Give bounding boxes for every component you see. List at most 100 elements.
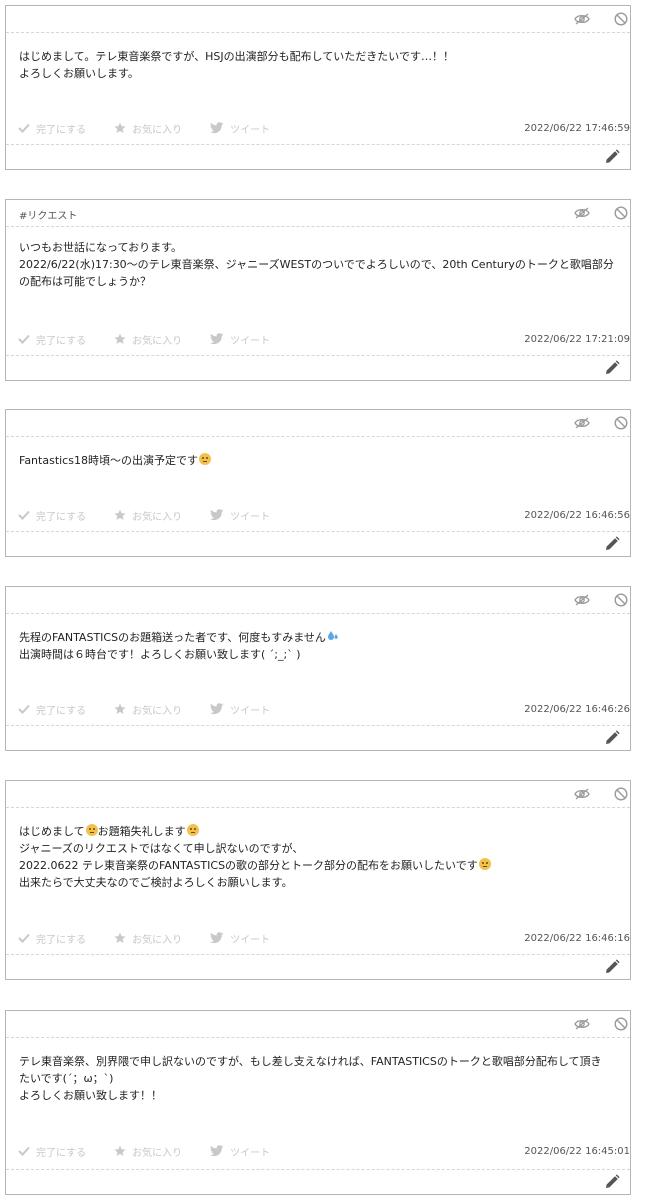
timestamp: 2022/06/22 16:45:01 xyxy=(524,1145,630,1157)
card-header xyxy=(6,6,630,33)
tweet-label: ツイート xyxy=(230,1147,271,1159)
complete-button[interactable]: 完了にする xyxy=(18,332,86,347)
pencil-icon[interactable] xyxy=(604,959,620,975)
ban-icon[interactable] xyxy=(614,12,628,26)
twitter-bird-icon xyxy=(210,122,224,134)
favorite-button[interactable]: お気に入り xyxy=(114,121,182,136)
complete-button[interactable]: 完了にする xyxy=(18,1144,86,1159)
tweet-button[interactable]: ツイート xyxy=(210,702,270,717)
message-text: 2022.0622 テレ東音楽祭のFANTASTICSの歌の部分とトーク部分の配… xyxy=(19,859,478,872)
ban-icon[interactable] xyxy=(614,416,628,430)
message-line: テレ東音楽祭、別界隈で申し訳ないのですが、もし差し支えなければ、FANTASTI… xyxy=(19,1055,602,1068)
grimacing-face-emoji xyxy=(85,824,98,836)
grimacing-face-emoji xyxy=(478,858,491,870)
message-card: はじめまして。テレ東音楽祭ですが、HSJの出演部分も配布していただきたいです…！… xyxy=(5,5,631,170)
eye-slash-icon[interactable] xyxy=(574,594,590,606)
message-card: #リクエスト いつもお世話になっております。 2022/6/22(水)17:30… xyxy=(5,199,631,381)
card-footer xyxy=(6,954,630,979)
tweet-label: ツイート xyxy=(230,511,271,523)
favorite-button[interactable]: お気に入り xyxy=(114,1144,182,1159)
timestamp: 2022/06/22 16:46:16 xyxy=(524,932,630,944)
eye-slash-icon[interactable] xyxy=(574,1018,590,1030)
eye-slash-icon[interactable] xyxy=(574,207,590,219)
pencil-icon[interactable] xyxy=(604,730,620,746)
complete-button[interactable]: 完了にする xyxy=(18,121,86,136)
tweet-button[interactable]: ツイート xyxy=(210,1144,270,1159)
star-icon xyxy=(114,333,126,344)
check-icon xyxy=(18,123,30,133)
message-line: はじめまして。テレ東音楽祭ですが、HSJの出演部分も配布していただきたいです…！… xyxy=(19,50,454,63)
check-icon xyxy=(18,1146,30,1156)
message-line: よろしくお願いします。 xyxy=(19,67,139,80)
eye-slash-icon[interactable] xyxy=(574,788,590,800)
tweet-button[interactable]: ツイート xyxy=(210,931,270,946)
action-bar: 完了にする お気に入り ツイート 2022/06/22 16:46:26 xyxy=(6,700,630,718)
eye-slash-icon[interactable] xyxy=(574,13,590,25)
message-line: いつもお世話になっております。 xyxy=(19,241,183,254)
favorite-button[interactable]: お気に入り xyxy=(114,702,182,717)
card-footer xyxy=(6,355,630,380)
complete-label: 完了にする xyxy=(36,1147,87,1159)
favorite-label: お気に入り xyxy=(132,934,183,946)
action-bar: 完了にする お気に入り ツイート 2022/06/22 16:46:16 xyxy=(6,929,630,947)
favorite-label: お気に入り xyxy=(132,705,183,717)
twitter-bird-icon xyxy=(210,932,224,944)
message-text: お題箱失礼します xyxy=(97,825,186,838)
message-body: はじめまして。テレ東音楽祭ですが、HSJの出演部分も配布していただきたいです…！… xyxy=(19,48,620,82)
message-line: Fantastics18時頃〜の出演予定です xyxy=(19,452,620,469)
ban-icon[interactable] xyxy=(614,1017,628,1031)
star-icon xyxy=(114,509,126,520)
card-footer xyxy=(6,725,630,750)
message-line: 2022.0622 テレ東音楽祭のFANTASTICSの歌の部分とトーク部分の配… xyxy=(19,857,620,874)
check-icon xyxy=(18,510,30,520)
favorite-label: お気に入り xyxy=(132,1147,183,1159)
complete-label: 完了にする xyxy=(36,124,87,136)
timestamp: 2022/06/22 16:46:56 xyxy=(524,509,630,521)
pencil-icon[interactable] xyxy=(604,536,620,552)
ban-icon[interactable] xyxy=(614,593,628,607)
ban-icon[interactable] xyxy=(614,787,628,801)
favorite-button[interactable]: お気に入り xyxy=(114,931,182,946)
check-icon xyxy=(18,334,30,344)
message-text: 先程のFANTASTICSのお題箱送った者です、何度もすみません xyxy=(19,631,326,644)
twitter-bird-icon xyxy=(210,1145,224,1157)
message-line: 2022/6/22(水)17:30〜のテレ東音楽祭、ジャニーズWESTのついでで… xyxy=(19,258,614,271)
pencil-icon[interactable] xyxy=(604,360,620,376)
message-text: Fantastics18時頃〜の出演予定です xyxy=(19,454,198,467)
favorite-button[interactable]: お気に入り xyxy=(114,508,182,523)
tweet-label: ツイート xyxy=(230,124,271,136)
tweet-label: ツイート xyxy=(230,335,271,347)
card-header xyxy=(6,410,630,437)
complete-button[interactable]: 完了にする xyxy=(18,702,86,717)
message-body: テレ東音楽祭、別界隈で申し訳ないのですが、もし差し支えなければ、FANTASTI… xyxy=(19,1053,620,1104)
complete-button[interactable]: 完了にする xyxy=(18,931,86,946)
message-line: 出来たらで大丈夫なのでご検討よろしくお願いします。 xyxy=(19,876,293,889)
card-header xyxy=(6,1011,630,1038)
message-line: ジャニーズのリクエストではなくて申し訳ないのですが、 xyxy=(19,842,304,855)
favorite-button[interactable]: お気に入り xyxy=(114,332,182,347)
pencil-icon[interactable] xyxy=(604,149,620,165)
pencil-icon[interactable] xyxy=(604,1174,620,1190)
tweet-button[interactable]: ツイート xyxy=(210,332,270,347)
request-tag: #リクエスト xyxy=(19,211,78,222)
eye-slash-icon[interactable] xyxy=(574,417,590,429)
complete-label: 完了にする xyxy=(36,511,87,523)
ban-icon[interactable] xyxy=(614,206,628,220)
twitter-bird-icon xyxy=(210,703,224,715)
tweet-button[interactable]: ツイート xyxy=(210,121,270,136)
twitter-bird-icon xyxy=(210,509,224,521)
message-line: たいです(´；ω；`) xyxy=(19,1072,114,1085)
action-bar: 完了にする お気に入り ツイート 2022/06/22 17:46:59 xyxy=(6,119,630,137)
complete-button[interactable]: 完了にする xyxy=(18,508,86,523)
star-icon xyxy=(114,932,126,943)
tweet-button[interactable]: ツイート xyxy=(210,508,270,523)
timestamp: 2022/06/22 17:46:59 xyxy=(524,122,630,134)
twitter-bird-icon xyxy=(210,333,224,345)
message-card: はじめまして お題箱失礼します ジャニーズのリクエストではなくて申し訳ないのですが… xyxy=(5,780,631,980)
complete-label: 完了にする xyxy=(36,335,87,347)
message-line: の配布は可能でしょうか？ xyxy=(19,275,151,288)
tweet-label: ツイート xyxy=(230,934,271,946)
message-line: 先程のFANTASTICSのお題箱送った者です、何度もすみません xyxy=(19,629,620,646)
check-icon xyxy=(18,704,30,714)
action-bar: 完了にする お気に入り ツイート 2022/06/22 16:46:56 xyxy=(6,506,630,524)
